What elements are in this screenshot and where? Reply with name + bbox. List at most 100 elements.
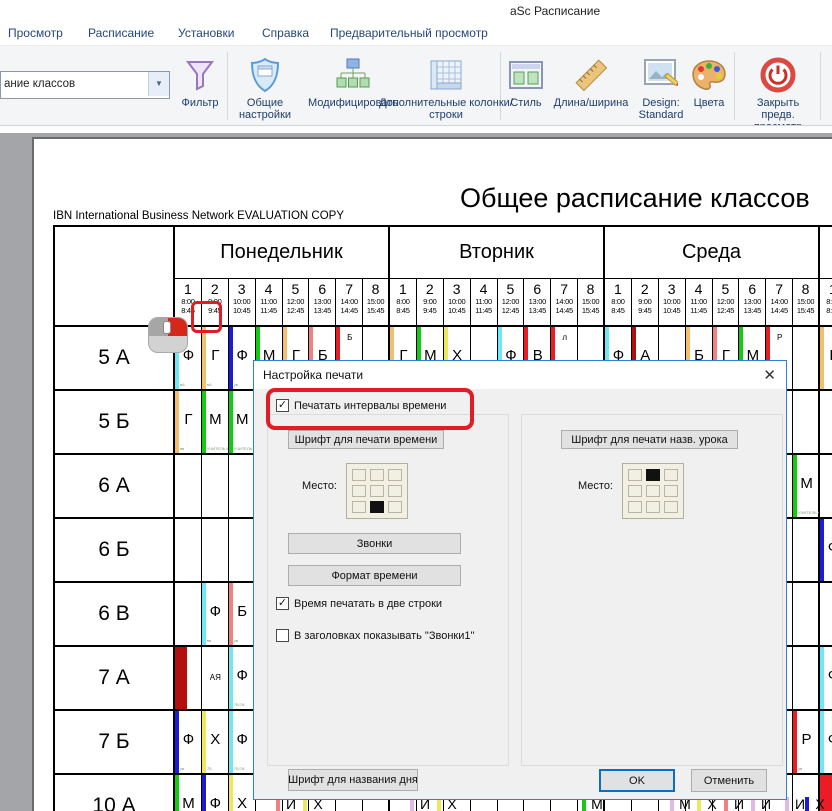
tab-preview-active[interactable]: Предварительный просмотр: [330, 26, 488, 40]
length-width-button[interactable]: Длина/ширина: [548, 53, 634, 109]
day-header-cell: Вторник: [390, 227, 605, 279]
position-cell[interactable]: [352, 469, 366, 481]
combobox-value: ание классов: [4, 78, 75, 90]
timetable-cell: [793, 391, 820, 455]
tab-ustanovki[interactable]: Установки: [178, 26, 234, 40]
position-cell[interactable]: [628, 485, 642, 497]
lesson-letter: Ф: [820, 539, 832, 556]
timetable-cell: [793, 519, 820, 583]
checkbox-time-two-lines-label: Время печатать в две строки: [294, 598, 442, 610]
position-cell[interactable]: [370, 469, 384, 481]
timetable-cell: [175, 583, 202, 647]
timetable-cell: [793, 647, 820, 711]
time-position-grid[interactable]: [346, 463, 408, 519]
lesson-tiny-text: вА: [207, 383, 228, 387]
lesson-letter: М: [229, 411, 256, 428]
mouse-right-click-annotation: [148, 317, 188, 353]
lesson-tiny-text: вв: [207, 639, 228, 643]
position-cell[interactable]: [352, 485, 366, 497]
close-preview-button[interactable]: Закрыть предв. просмотр: [740, 53, 816, 133]
bells-button[interactable]: Звонки: [288, 533, 461, 554]
tab-spravka[interactable]: Справка: [262, 26, 309, 40]
position-cell[interactable]: [388, 485, 402, 497]
ribbon-gap: [0, 126, 832, 133]
lesson-tiny-text: ув: [234, 383, 255, 387]
cancel-button[interactable]: Отменить: [691, 769, 767, 792]
position-cell[interactable]: [388, 501, 402, 513]
position-cell[interactable]: [628, 501, 642, 513]
tab-raspisanie[interactable]: Расписание: [88, 26, 154, 40]
lesson-tiny-text: УЧИТЕЛЬ МАТЕМАТИКИ: [798, 511, 819, 515]
period-header-cell: 714:0014:45: [766, 279, 793, 327]
lesson-cell: Був: [229, 583, 256, 645]
place-label-left: Место:: [302, 480, 337, 492]
style-button[interactable]: Стиль: [502, 53, 550, 109]
font-for-time-button[interactable]: Шрифт для печати времени: [288, 430, 444, 449]
timetable-cell: [820, 391, 832, 455]
checkbox-time-two-lines[interactable]: ✓: [276, 597, 289, 610]
lesson-cell: МУЧИТЕЛЬ МАТЕМАТИКИ: [202, 391, 229, 453]
lesson-tiny-text: ув: [798, 767, 819, 771]
menu-tab-row: Просмотр Расписание Установки Справка Пр…: [0, 22, 832, 45]
timetable-select-combobox[interactable]: ание классов ▼: [0, 71, 170, 99]
position-cell[interactable]: [664, 485, 678, 497]
lesson-letter: Ф: [229, 667, 256, 684]
period-header-cell: 512:0012:45: [283, 279, 310, 327]
timetable-cell: [202, 455, 229, 519]
position-cell[interactable]: [646, 501, 660, 513]
day-header-cell: [820, 227, 832, 279]
lesson-cell: Рув: [793, 711, 820, 773]
lesson-cell: МУЧИТЕЛЬ МАТЕМАТИКИ: [793, 455, 820, 517]
toolbar-separator: [734, 52, 735, 120]
period-header-cell: 310:0010:45: [444, 279, 471, 327]
lesson-cell: Ф: [820, 647, 832, 709]
position-cell[interactable]: [646, 485, 660, 497]
timetable-cell: [229, 455, 256, 519]
lesson-letter: Р: [793, 731, 820, 748]
additional-columns-button[interactable]: Дополнительные колонки/строки: [378, 53, 514, 121]
lesson-letter: Ф: [820, 667, 832, 684]
strip-letter: Х: [809, 796, 831, 811]
lesson-tiny-text: вА: [180, 383, 201, 387]
period-header-cell: 613:0013:45: [739, 279, 766, 327]
lesson-tiny-text: УЧИТЕЛЬ МАТЕМАТИКИ: [234, 447, 255, 451]
checkbox-show-bells1[interactable]: [276, 629, 289, 642]
lesson-cell: Гвв: [175, 391, 202, 453]
position-cell[interactable]: [352, 501, 366, 513]
time-format-button[interactable]: Формат времени: [288, 565, 461, 586]
timetable-cell: [820, 583, 832, 647]
period-header-cell: 18:008:45: [390, 279, 417, 327]
position-cell[interactable]: [664, 501, 678, 513]
lesson-color-stripe: [175, 647, 187, 709]
lesson-tiny-text: вв: [180, 447, 201, 451]
period-header-cell: 411:0011:45: [256, 279, 283, 327]
design-button[interactable]: Design: Standard: [632, 53, 690, 121]
ok-button[interactable]: OK: [599, 769, 675, 792]
lesson-letter: Б: [336, 333, 363, 342]
chevron-down-icon[interactable]: ▼: [148, 72, 169, 96]
picture-pencil-icon: [632, 53, 690, 97]
position-cell[interactable]: [628, 469, 642, 481]
dialog-titlebar[interactable]: Настройка печати ✕: [254, 361, 786, 389]
close-icon[interactable]: ✕: [763, 366, 776, 384]
position-cell[interactable]: [664, 469, 678, 481]
position-cell[interactable]: [370, 501, 384, 513]
general-settings-button[interactable]: Общие настройки: [228, 53, 302, 121]
position-cell[interactable]: [646, 469, 660, 481]
lesson-cell: Фув: [175, 711, 202, 773]
timetable-cell: [175, 455, 202, 519]
position-cell[interactable]: [370, 485, 384, 497]
lesson-letter: Г: [175, 411, 202, 428]
timetable-cell: [175, 519, 202, 583]
lesson-letter: Р: [766, 333, 793, 342]
colors-button[interactable]: Цвета: [688, 53, 730, 109]
tab-prosmotr[interactable]: Просмотр: [8, 26, 63, 40]
highlight-checkbox-annotation: [266, 388, 474, 430]
lesson-name-position-grid[interactable]: [622, 463, 684, 519]
position-cell[interactable]: [388, 469, 402, 481]
filter-button[interactable]: Фильтр: [174, 53, 226, 109]
font-for-day-name-button[interactable]: Шрифт для названия дня: [288, 769, 418, 791]
lesson-letter: Ф: [820, 731, 832, 748]
font-for-lesson-name-button[interactable]: Шрифт для печати назв. урока: [561, 430, 738, 449]
timetable-cell: [793, 327, 820, 391]
